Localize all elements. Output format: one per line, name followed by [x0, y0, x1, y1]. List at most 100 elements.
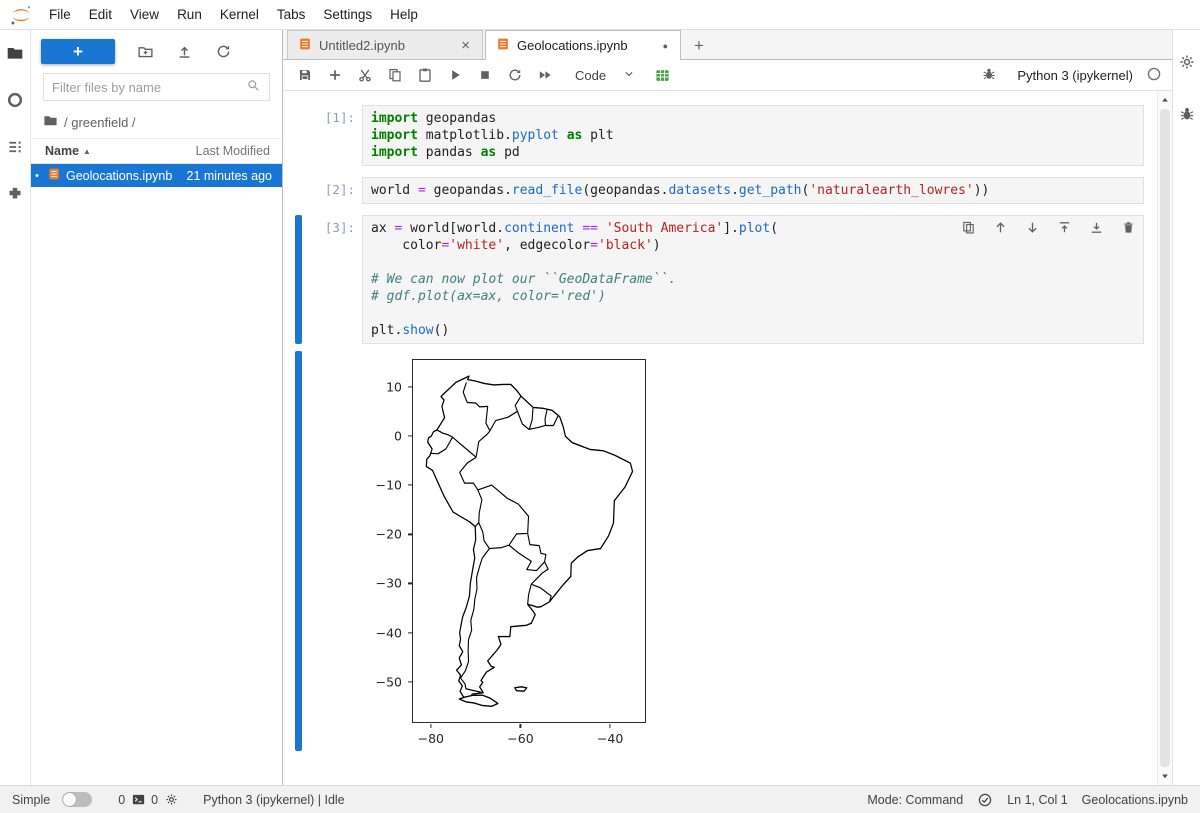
- duplicate-cell-button[interactable]: [960, 219, 977, 236]
- tab-untitled2[interactable]: Untitled2.ipynb ×: [287, 30, 483, 59]
- simple-mode-label: Simple: [12, 793, 50, 807]
- file-filter-input[interactable]: [52, 80, 246, 95]
- sidebar-tab-running[interactable]: [4, 90, 26, 112]
- refresh-button[interactable]: [214, 43, 232, 61]
- move-cell-up-button[interactable]: [992, 219, 1009, 236]
- cell-input[interactable]: import geopandasimport matplotlib.pyplot…: [362, 105, 1144, 166]
- new-tab-button[interactable]: +: [684, 33, 714, 59]
- tab-label: Geolocations.ipynb: [517, 38, 654, 53]
- cut-cells-button[interactable]: [351, 63, 378, 88]
- scroll-down-icon[interactable]: [1158, 769, 1172, 783]
- debugger-toggle-button[interactable]: [975, 63, 1002, 88]
- restart-kernel-button[interactable]: [501, 63, 528, 88]
- new-launcher-button[interactable]: +: [41, 39, 115, 64]
- scrollbar-thumb[interactable]: [1160, 109, 1170, 767]
- sidebar-tab-toc[interactable]: [4, 137, 26, 159]
- column-header-name[interactable]: Name ▲: [45, 144, 196, 158]
- kernel-status-text[interactable]: Python 3 (ipykernel) | Idle: [203, 793, 345, 807]
- debugger-tab[interactable]: [1176, 104, 1198, 126]
- notebook-toolbar: Code: [283, 60, 1172, 91]
- column-header-modified[interactable]: Last Modified: [196, 144, 270, 158]
- sort-caret-icon: ▲: [83, 147, 91, 156]
- cell-output: 100−10−20−30−40−50: [295, 351, 1144, 751]
- simple-mode-toggle[interactable]: [62, 792, 92, 807]
- folder-icon: [43, 113, 58, 131]
- cell-prompt: [1]:: [306, 105, 362, 166]
- x-axis: −80−60−40: [412, 724, 646, 748]
- run-button[interactable]: [441, 63, 468, 88]
- menu-help[interactable]: Help: [381, 3, 427, 26]
- cell-input[interactable]: world = geopandas.read_file(geopandas.da…: [362, 177, 1144, 204]
- kernels-count[interactable]: 0: [151, 793, 158, 807]
- upload-button[interactable]: [175, 43, 193, 61]
- property-inspector-tab[interactable]: [1176, 52, 1198, 74]
- file-browser-panel: +: [31, 30, 283, 785]
- scroll-up-icon[interactable]: [1158, 93, 1172, 107]
- status-bar: Simple 0 0 Python 3 (ipykernel) | Idle M…: [0, 785, 1200, 813]
- terminals-count[interactable]: 0: [118, 793, 125, 807]
- sidebar-tab-files[interactable]: [4, 43, 26, 65]
- kernel-sessions-icon[interactable]: [163, 792, 179, 808]
- running-sessions-icon: [6, 91, 24, 112]
- tab-geolocations[interactable]: Geolocations.ipynb ●: [485, 30, 681, 60]
- menu-tabs[interactable]: Tabs: [268, 3, 315, 26]
- trusted-check-icon[interactable]: [977, 792, 993, 808]
- cursor-position[interactable]: Ln 1, Col 1: [1007, 793, 1067, 807]
- insert-cell-button[interactable]: [321, 63, 348, 88]
- breadcrumb[interactable]: / greenfield /: [31, 110, 282, 138]
- statusbar-filename: Geolocations.ipynb: [1082, 793, 1188, 807]
- cell-toolbar: [960, 219, 1137, 236]
- kernel-name[interactable]: Python 3 (ipykernel): [1017, 68, 1133, 83]
- menu-settings[interactable]: Settings: [314, 3, 381, 26]
- menu-run[interactable]: Run: [168, 3, 211, 26]
- terminal-icon[interactable]: [130, 792, 146, 808]
- insert-cell-above-button[interactable]: [1056, 219, 1073, 236]
- new-folder-button[interactable]: [136, 43, 154, 61]
- tab-close-icon[interactable]: ×: [459, 37, 472, 54]
- insert-cell-below-button[interactable]: [1088, 219, 1105, 236]
- folder-icon: [6, 44, 24, 65]
- jupyter-logo-icon: [8, 3, 34, 27]
- mode-indicator: Mode: Command: [867, 793, 963, 807]
- interrupt-kernel-button[interactable]: [471, 63, 498, 88]
- tab-label: Untitled2.ipynb: [319, 38, 452, 53]
- cell-type-dropdown[interactable]: Code: [561, 67, 646, 84]
- restart-run-all-button[interactable]: [531, 63, 558, 88]
- save-button[interactable]: [291, 63, 318, 88]
- file-name: Geolocations.ipynb: [66, 169, 176, 183]
- cell-input[interactable]: ax = world[world.continent == 'South Ame…: [362, 215, 1144, 344]
- cell-prompt: [3]:: [306, 215, 362, 344]
- cell-collapser[interactable]: [295, 105, 302, 166]
- cell-type-value: Code: [575, 68, 606, 83]
- table-icon-button[interactable]: [649, 63, 676, 88]
- search-icon: [246, 78, 261, 96]
- cell-collapser[interactable]: [295, 215, 302, 344]
- output-prompt: [306, 351, 362, 751]
- bug-icon: [1178, 105, 1196, 126]
- copy-cells-button[interactable]: [381, 63, 408, 88]
- cell-prompt: [2]:: [306, 177, 362, 204]
- notebook-scrollbar[interactable]: [1157, 91, 1172, 785]
- file-modified: 21 minutes ago: [187, 169, 272, 183]
- menu-file[interactable]: File: [40, 3, 80, 26]
- dirty-indicator-icon: ●: [661, 41, 670, 51]
- menu-kernel[interactable]: Kernel: [211, 3, 268, 26]
- file-row-selected[interactable]: • Geolocations.ipynb 21 minutes ago: [31, 164, 282, 187]
- south-america-map: [413, 360, 645, 722]
- menu-view[interactable]: View: [121, 3, 168, 26]
- notebook-file-icon: [47, 167, 61, 184]
- code-cell-1: [1]: import geopandasimport matplotlib.p…: [295, 105, 1144, 166]
- cell-collapser[interactable]: [295, 177, 302, 204]
- menu-edit[interactable]: Edit: [80, 3, 121, 26]
- breadcrumb-path: / greenfield /: [64, 115, 136, 130]
- notebook-file-icon: [496, 37, 510, 54]
- delete-cell-button[interactable]: [1120, 219, 1137, 236]
- kernel-status-icon[interactable]: [1146, 66, 1162, 85]
- cell-code: ax = world[world.continent == 'South Ame…: [371, 220, 1135, 339]
- code-cell-3-active: [3]:: [295, 215, 1144, 344]
- output-collapser[interactable]: [295, 351, 302, 751]
- paste-cells-button[interactable]: [411, 63, 438, 88]
- sidebar-tab-extensions[interactable]: [4, 184, 26, 206]
- move-cell-down-button[interactable]: [1024, 219, 1041, 236]
- running-dot: •: [35, 170, 42, 182]
